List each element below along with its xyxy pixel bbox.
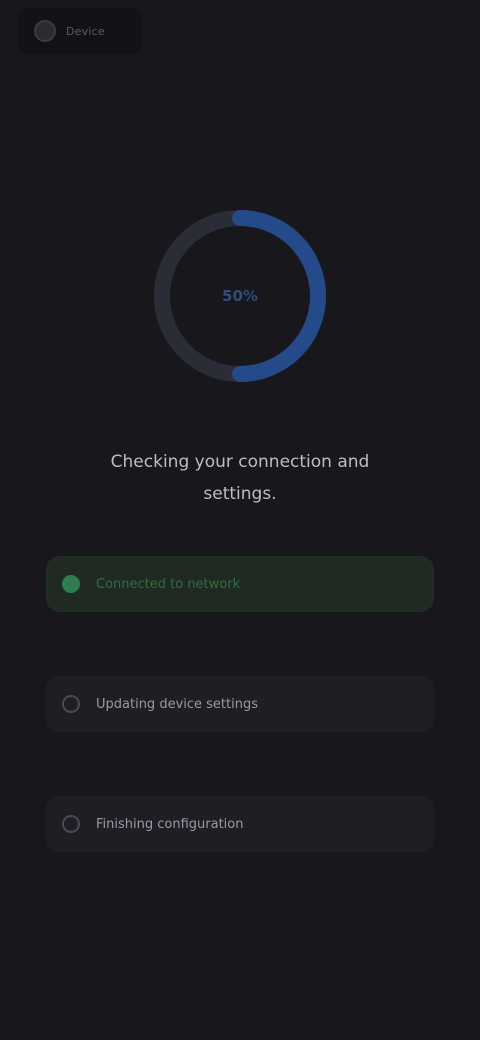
status-option-label: Connected to network — [96, 576, 241, 592]
device-chip[interactable]: Device — [18, 8, 142, 54]
status-indicator-icon — [62, 575, 80, 593]
progress-text: 50% — [222, 287, 258, 305]
status-option-3[interactable]: Finishing configuration — [46, 796, 434, 852]
status-option-2[interactable]: Updating device settings — [46, 676, 434, 732]
status-message: Checking your connection and settings. — [110, 452, 370, 504]
status-option-label: Updating device settings — [96, 696, 258, 712]
device-icon — [34, 20, 56, 42]
status-option-1[interactable]: Connected to network — [46, 556, 434, 612]
status-option-label: Finishing configuration — [96, 816, 244, 832]
status-option-list: Connected to network Updating device set… — [46, 556, 434, 916]
status-indicator-icon — [62, 695, 80, 713]
status-indicator-icon — [62, 815, 80, 833]
progress-center: 50% — [144, 200, 336, 392]
device-chip-label: Device — [66, 24, 105, 38]
progress-ring: 50% — [144, 200, 336, 392]
